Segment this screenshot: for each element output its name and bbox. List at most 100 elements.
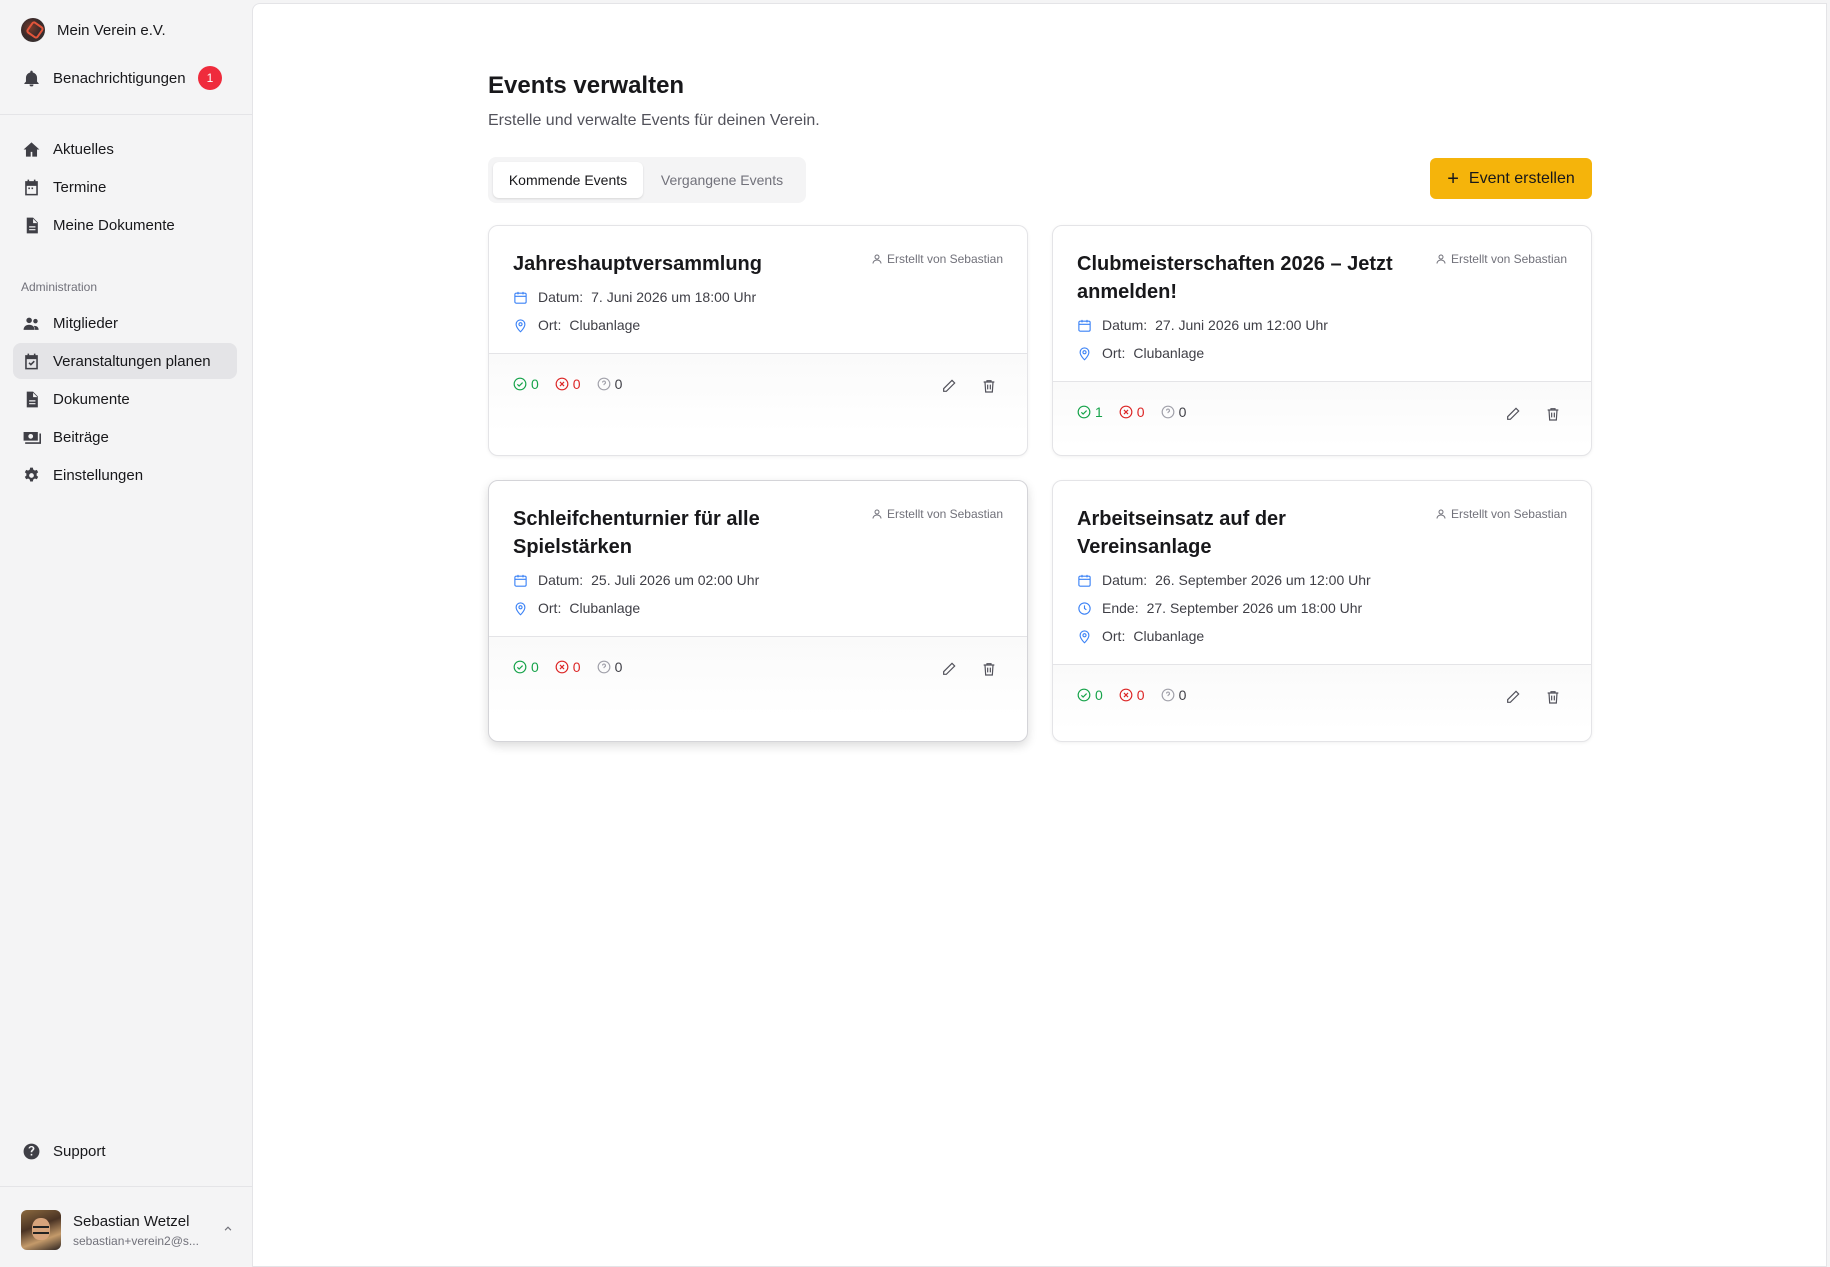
rsvp-maybe-count: 0 [597, 376, 622, 392]
event-place: Ort: Clubanlage [1077, 339, 1567, 367]
calendar-icon [1078, 319, 1091, 332]
event-creator: Erstellt von Sebastian [871, 252, 1003, 266]
sidebar-item-label: Veranstaltungen planen [53, 352, 211, 370]
help-circle-icon [597, 377, 611, 391]
admin-section-heading: Administration [21, 280, 98, 294]
event-end: Ende: 27. September 2026 um 18:00 Uhr [1077, 594, 1567, 622]
event-title: Arbeitseinsatz auf der Vereinsanlage [1077, 508, 1286, 558]
tab-kommende-events[interactable]: Kommende Events [493, 162, 643, 198]
sidebar-item-mitglieder[interactable]: Mitglieder [13, 305, 237, 341]
calendar-icon [21, 177, 41, 197]
plus-icon: + [1447, 167, 1459, 190]
event-creator: Erstellt von Sebastian [1435, 252, 1567, 266]
rsvp-yes-count: 0 [1077, 687, 1103, 703]
event-date: Datum: 7. Juni 2026 um 18:00 Uhr [513, 283, 1003, 311]
help-circle-icon [1161, 405, 1175, 419]
help-circle-icon [1161, 688, 1175, 702]
document-icon [21, 389, 41, 409]
chevron-up-icon [224, 1226, 232, 1231]
page-subtitle: Erstelle und verwalte Events für deinen … [488, 112, 820, 129]
pencil-icon [943, 662, 956, 675]
user-menu[interactable]: Sebastian Wetzel sebastian+verein2@s... [21, 1208, 235, 1252]
sidebar-item-einstellungen[interactable]: Einstellungen [13, 457, 237, 493]
edit-event-button[interactable] [1499, 400, 1527, 428]
sidebar-item-label: Aktuelles [53, 140, 114, 158]
sidebar-item-label: Meine Dokumente [53, 216, 175, 234]
money-icon [21, 427, 41, 447]
event-creator: Erstellt von Sebastian [1435, 507, 1567, 521]
sidebar-item-label: Dokumente [53, 390, 130, 408]
event-tabs: Kommende Events Vergangene Events [488, 157, 806, 203]
delete-event-button[interactable] [1539, 683, 1567, 711]
check-circle-icon [1077, 405, 1091, 419]
x-circle-icon [1119, 688, 1133, 702]
sidebar: Mein Verein e.V. Benachrichtigungen 1 Ak… [0, 0, 252, 1267]
event-place: Ort: Clubanlage [513, 311, 1003, 339]
event-card-footer: 1 0 0 [1053, 381, 1591, 447]
delete-event-button[interactable] [1539, 400, 1567, 428]
sidebar-item-aktuelles[interactable]: Aktuelles [13, 131, 237, 167]
help-circle-icon [597, 660, 611, 674]
event-date: Datum: 26. September 2026 um 12:00 Uhr [1077, 566, 1567, 594]
event-card-footer: 0 0 0 [489, 353, 1027, 433]
rsvp-no-count: 0 [1119, 687, 1145, 703]
support-link[interactable]: Support [13, 1133, 237, 1169]
delete-event-button[interactable] [975, 372, 1003, 400]
clock-icon [1078, 601, 1091, 615]
org-name: Mein Verein e.V. [57, 21, 166, 39]
calendar-plan-icon [21, 351, 41, 371]
edit-event-button[interactable] [1499, 683, 1527, 711]
rsvp-maybe-count: 0 [1161, 687, 1186, 703]
event-creator: Erstellt von Sebastian [871, 507, 1003, 521]
trash-icon [983, 380, 995, 393]
pencil-icon [1507, 690, 1520, 703]
rsvp-stats: 0 0 0 [513, 376, 638, 392]
user-name: Sebastian Wetzel [73, 1212, 190, 1230]
edit-event-button[interactable] [935, 372, 963, 400]
sidebar-item-veranstaltungen-planen[interactable]: Veranstaltungen planen [13, 343, 237, 379]
sidebar-item-label: Mitglieder [53, 314, 119, 332]
tab-vergangene-events[interactable]: Vergangene Events [643, 162, 801, 198]
org-switcher[interactable]: Mein Verein e.V. [13, 12, 237, 48]
user-icon [1436, 509, 1446, 519]
notifications-badge: 1 [198, 66, 222, 90]
sidebar-item-beitraege[interactable]: Beiträge [13, 419, 237, 455]
check-circle-icon [513, 377, 527, 391]
sidebar-item-dokumente[interactable]: Dokumente [13, 381, 237, 417]
calendar-icon [514, 574, 527, 587]
event-date: Datum: 25. Juli 2026 um 02:00 Uhr [513, 566, 1003, 594]
event-card[interactable]: Arbeitseinsatz auf der Vereinsanlage Ers… [1052, 480, 1592, 742]
check-circle-icon [513, 660, 527, 674]
sidebar-item-termine[interactable]: Termine [13, 169, 237, 205]
rsvp-maybe-count: 0 [1161, 404, 1186, 420]
club-logo-icon [21, 18, 45, 42]
rsvp-no-count: 0 [555, 376, 581, 392]
map-pin-icon [1079, 346, 1090, 361]
user-icon [872, 254, 882, 264]
sidebar-item-meine-dokumente[interactable]: Meine Dokumente [13, 207, 237, 243]
create-event-button[interactable]: + Event erstellen [1430, 158, 1592, 199]
trash-icon [1547, 408, 1559, 421]
event-card[interactable]: Schleifchenturnier für alle Spielstärken… [488, 480, 1028, 742]
edit-event-button[interactable] [935, 655, 963, 683]
calendar-icon [1078, 574, 1091, 587]
delete-event-button[interactable] [975, 655, 1003, 683]
calendar-icon [514, 291, 527, 304]
sidebar-item-label: Einstellungen [53, 466, 144, 484]
sidebar-item-label: Termine [53, 178, 107, 196]
event-card[interactable]: Jahreshauptversammlung Erstellt von Seba… [488, 225, 1028, 456]
help-circle-icon [21, 1141, 41, 1161]
event-place: Ort: Clubanlage [513, 594, 1003, 622]
x-circle-icon [555, 660, 569, 674]
notifications-label: Benachrichtigungen [53, 69, 186, 87]
rsvp-no-count: 0 [1119, 404, 1145, 420]
notifications-link[interactable]: Benachrichtigungen 1 [13, 60, 237, 96]
create-event-label: Event erstellen [1468, 169, 1575, 187]
user-icon [1436, 254, 1446, 264]
main-panel: Events verwalten Erstelle und verwalte E… [252, 3, 1827, 1267]
home-icon [21, 139, 41, 159]
gear-icon [21, 465, 41, 485]
event-card[interactable]: Clubmeisterschaften 2026 – Jetzt anmelde… [1052, 225, 1592, 456]
rsvp-stats: 0 0 0 [1077, 687, 1202, 703]
sidebar-divider [0, 1186, 252, 1187]
